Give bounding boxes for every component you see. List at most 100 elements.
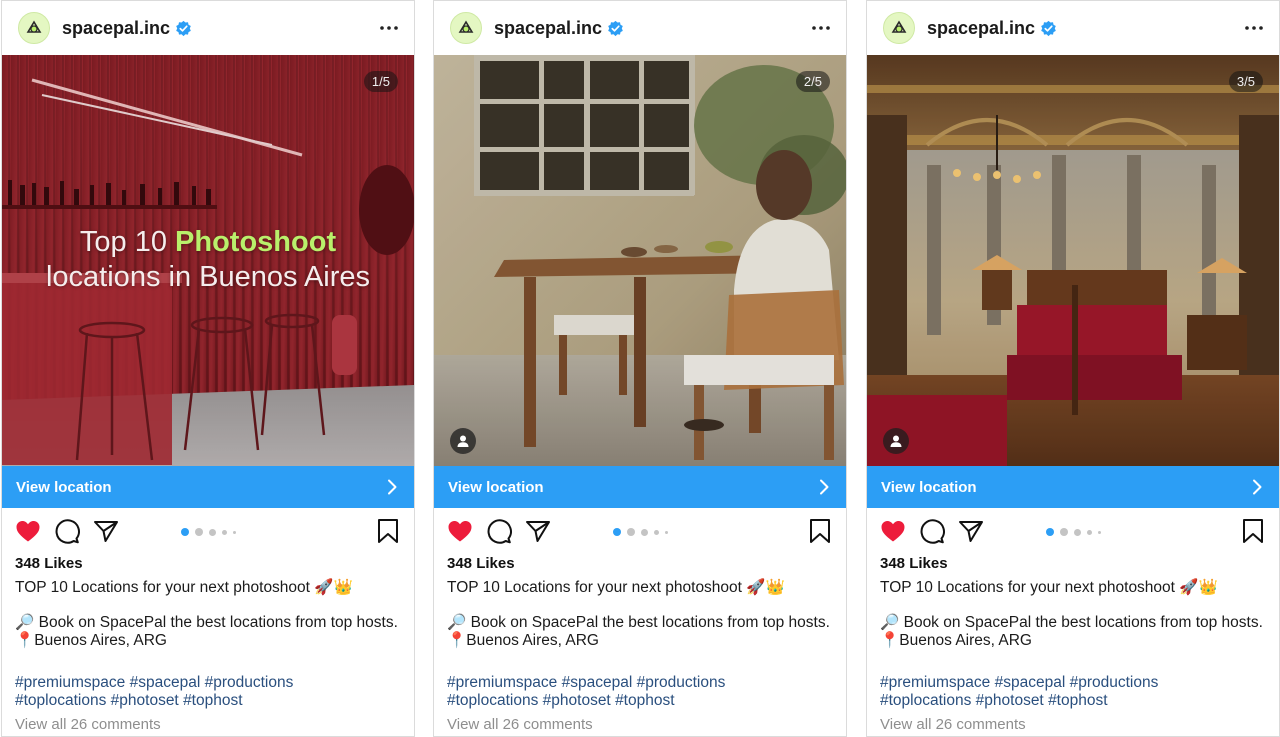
hashtag[interactable]: #premiumspace — [15, 674, 125, 691]
carousel-counter: 1/5 — [363, 71, 398, 92]
post-header: spacepal.inc — [867, 1, 1279, 55]
overlay-prefix: Top 10 — [79, 226, 176, 258]
comment-icon — [920, 519, 945, 544]
hashtags: #premiumspace #spacepal #productions #to… — [867, 674, 1279, 710]
hashtag[interactable]: #spacepal — [130, 674, 201, 691]
hashtag[interactable]: #toplocations — [880, 692, 971, 709]
comment-button[interactable] — [918, 517, 946, 545]
hashtag[interactable]: #toplocations — [447, 692, 538, 709]
post-image[interactable]: 2/5 — [434, 55, 846, 466]
spacepal-logo-icon — [458, 20, 474, 33]
post-caption: TOP 10 Locations for your next photoshoo… — [880, 579, 1218, 596]
view-location-label: View location — [448, 478, 544, 496]
description-line-1: 🔎 Book on SpacePal the best locations fr… — [15, 614, 398, 631]
hashtag[interactable]: #productions — [1070, 674, 1159, 691]
carousel-dot — [195, 528, 203, 536]
location-line: 📍Buenos Aires, ARG — [880, 632, 1032, 649]
hashtag[interactable]: #spacepal — [995, 674, 1066, 691]
view-location-button[interactable]: View location — [867, 466, 1279, 508]
like-button[interactable] — [14, 517, 42, 545]
overlay-highlight: Photoshoot — [175, 226, 337, 258]
bookmark-icon — [1243, 519, 1263, 543]
like-button[interactable] — [879, 517, 907, 545]
likes-count[interactable]: 348 Likes — [867, 555, 1279, 572]
save-button[interactable] — [374, 517, 402, 545]
post-description: 🔎 Book on SpacePal the best locations fr… — [867, 614, 1279, 650]
hashtag[interactable]: #premiumspace — [447, 674, 557, 691]
like-button[interactable] — [446, 517, 474, 545]
tagged-user-button[interactable] — [450, 428, 476, 454]
spacepal-logo-icon — [26, 20, 42, 33]
location-line: 📍Buenos Aires, ARG — [15, 632, 167, 649]
carousel-dot-active — [1046, 528, 1054, 536]
spacepal-logo-icon — [891, 20, 907, 33]
chevron-right-icon — [820, 479, 829, 495]
hashtag[interactable]: #tophost — [183, 692, 242, 709]
carousel-dots — [181, 528, 242, 536]
hashtag[interactable]: #productions — [205, 674, 294, 691]
action-bar — [2, 508, 414, 554]
likes-count[interactable]: 348 Likes — [2, 555, 414, 572]
carousel-dots — [613, 528, 674, 536]
hashtag[interactable]: #photoset — [543, 692, 611, 709]
hashtag[interactable]: #tophost — [615, 692, 674, 709]
verified-badge-icon — [608, 20, 623, 36]
post-image[interactable]: 3/5 — [867, 55, 1279, 466]
hashtag[interactable]: #toplocations — [15, 692, 106, 709]
view-comments-link[interactable]: View all 26 comments — [2, 716, 414, 733]
username[interactable]: spacepal.inc — [494, 18, 602, 39]
share-button[interactable] — [957, 517, 985, 545]
view-comments-link[interactable]: View all 26 comments — [434, 716, 846, 733]
comment-button[interactable] — [485, 517, 513, 545]
post-description: 🔎 Book on SpacePal the best locations fr… — [434, 614, 846, 650]
heart-filled-icon — [448, 521, 472, 542]
send-icon — [526, 521, 550, 542]
hashtag[interactable]: #photoset — [976, 692, 1044, 709]
avatar[interactable] — [450, 12, 482, 44]
post-caption: TOP 10 Locations for your next photoshoo… — [15, 579, 353, 596]
post-card-2: spacepal.inc 2/5 View location 348 Likes… — [433, 0, 847, 737]
share-button[interactable] — [524, 517, 552, 545]
carousel-counter: 2/5 — [795, 71, 830, 92]
avatar[interactable] — [18, 12, 50, 44]
user-icon — [890, 435, 902, 447]
view-location-button[interactable]: View location — [2, 466, 414, 508]
hashtag[interactable]: #productions — [637, 674, 726, 691]
view-location-button[interactable]: View location — [434, 466, 846, 508]
view-comments-link[interactable]: View all 26 comments — [867, 716, 1279, 733]
tagged-user-button[interactable] — [883, 428, 909, 454]
save-button[interactable] — [1239, 517, 1267, 545]
carousel-dot — [222, 529, 227, 535]
description-line-1: 🔎 Book on SpacePal the best locations fr… — [447, 614, 830, 631]
verified-badge-icon — [1041, 20, 1056, 36]
carousel-dot — [665, 530, 668, 534]
hashtag[interactable]: #spacepal — [562, 674, 633, 691]
username[interactable]: spacepal.inc — [927, 18, 1035, 39]
save-button[interactable] — [806, 517, 834, 545]
hashtag[interactable]: #premiumspace — [880, 674, 990, 691]
username[interactable]: spacepal.inc — [62, 18, 170, 39]
likes-count[interactable]: 348 Likes — [434, 555, 846, 572]
hashtag[interactable]: #photoset — [111, 692, 179, 709]
more-options-icon[interactable] — [1243, 17, 1265, 39]
share-button[interactable] — [92, 517, 120, 545]
carousel-dot — [209, 528, 216, 536]
more-options-icon[interactable] — [378, 17, 400, 39]
send-icon — [959, 521, 983, 542]
courtyard-table-photo — [434, 55, 846, 466]
comment-button[interactable] — [53, 517, 81, 545]
heart-filled-icon — [16, 521, 40, 542]
carousel-dot — [1087, 529, 1092, 535]
action-bar — [867, 508, 1279, 554]
hashtag[interactable]: #tophost — [1048, 692, 1107, 709]
post-image[interactable]: 1/5 Top 10 Photoshoot locations in Bueno… — [2, 55, 414, 466]
post-caption: TOP 10 Locations for your next photoshoo… — [447, 579, 785, 596]
post-description: 🔎 Book on SpacePal the best locations fr… — [2, 614, 414, 650]
avatar[interactable] — [883, 12, 915, 44]
chevron-right-icon — [1253, 479, 1262, 495]
carousel-dot — [1074, 528, 1081, 536]
carousel-dot — [627, 528, 635, 536]
carousel-dots — [1046, 528, 1107, 536]
send-icon — [94, 521, 118, 542]
more-options-icon[interactable] — [810, 17, 832, 39]
